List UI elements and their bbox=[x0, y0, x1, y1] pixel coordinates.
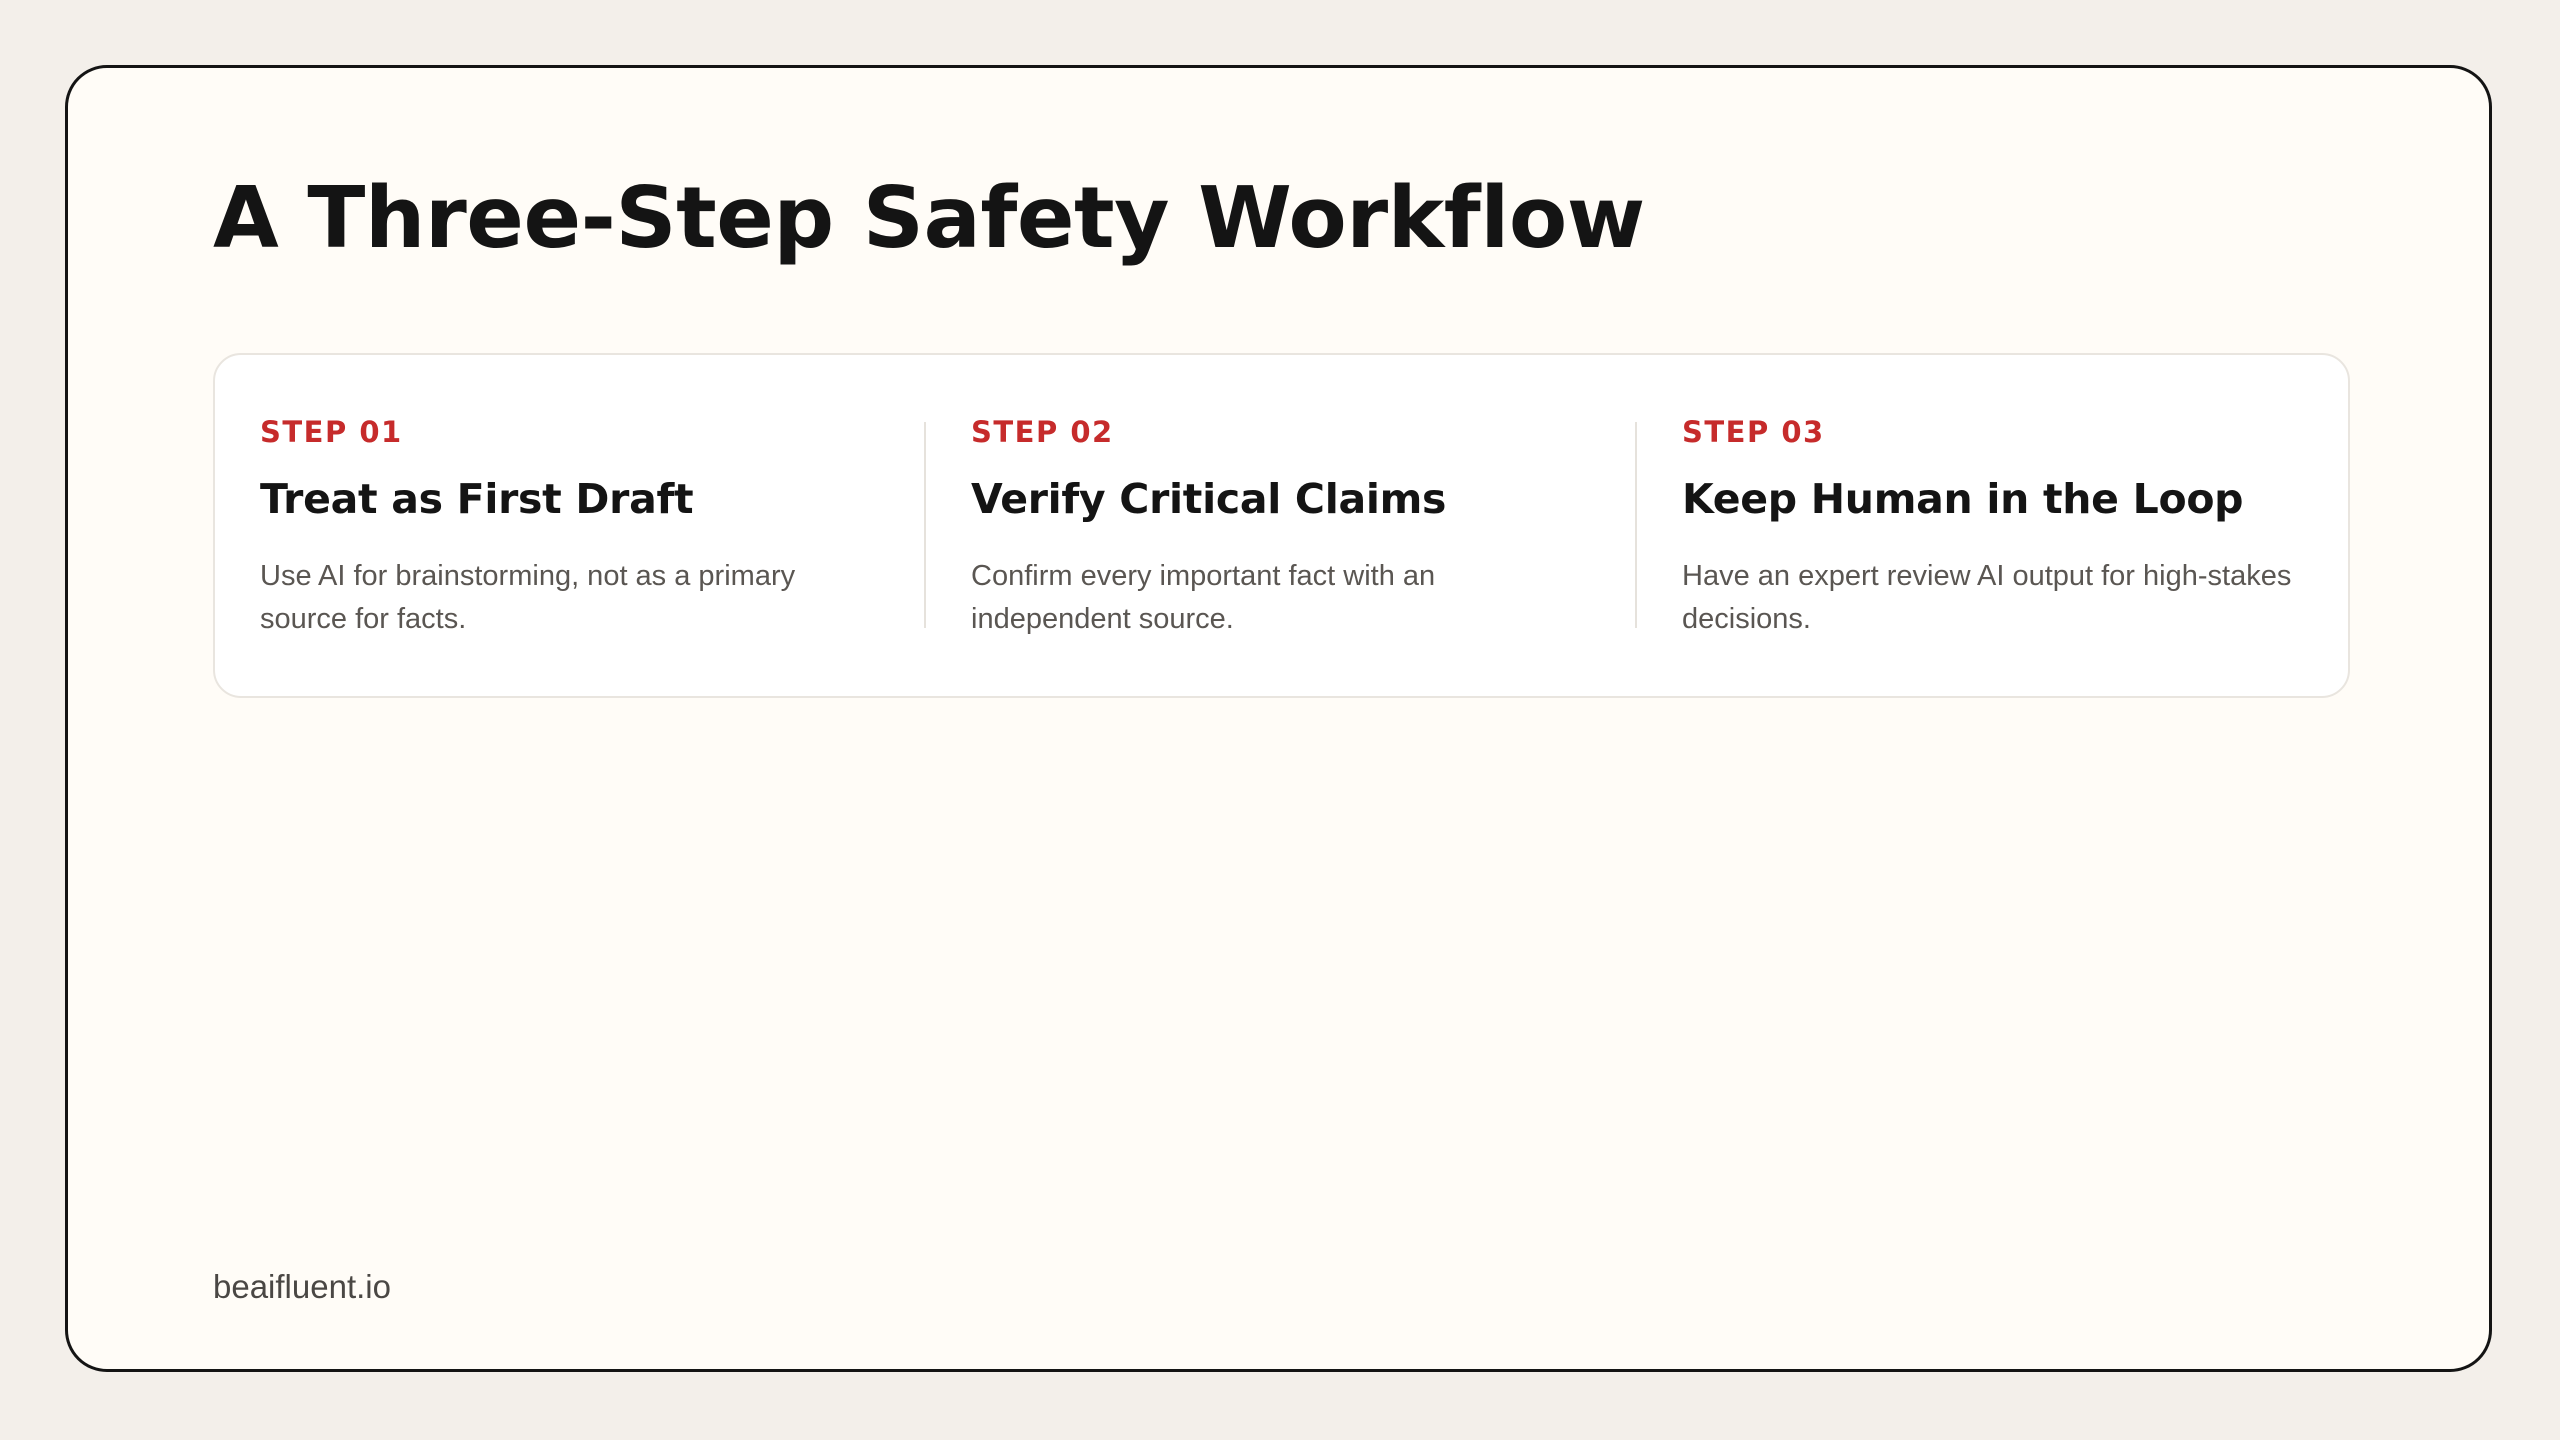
footer-brand: beaifluent.io bbox=[213, 1268, 391, 1305]
step-label: STEP 02 bbox=[971, 415, 1114, 449]
step-divider bbox=[1635, 422, 1637, 628]
step-label: STEP 03 bbox=[1682, 415, 1825, 449]
step-description: Have an expert review AI output for high… bbox=[1682, 560, 2292, 635]
step-heading: Treat as First Draft bbox=[260, 475, 694, 523]
step-card-2: STEP 02 Verify Critical Claims Confirm e… bbox=[971, 355, 1621, 696]
step-card-3: STEP 03 Keep Human in the Loop Have an e… bbox=[1682, 355, 2332, 696]
step-heading: Keep Human in the Loop bbox=[1682, 475, 2244, 523]
step-heading: Verify Critical Claims bbox=[971, 475, 1447, 523]
slide-title: A Three-Step Safety Workflow bbox=[213, 169, 1645, 268]
slide-frame: A Three-Step Safety Workflow STEP 01 Tre… bbox=[65, 65, 2492, 1372]
step-description: Confirm every important fact with an ind… bbox=[971, 560, 1436, 635]
step-divider bbox=[924, 422, 926, 628]
step-label: STEP 01 bbox=[260, 415, 403, 449]
step-description: Use AI for brainstorming, not as a prima… bbox=[260, 560, 796, 635]
step-card-1: STEP 01 Treat as First Draft Use AI for … bbox=[260, 355, 910, 696]
steps-card: STEP 01 Treat as First Draft Use AI for … bbox=[213, 353, 2350, 698]
